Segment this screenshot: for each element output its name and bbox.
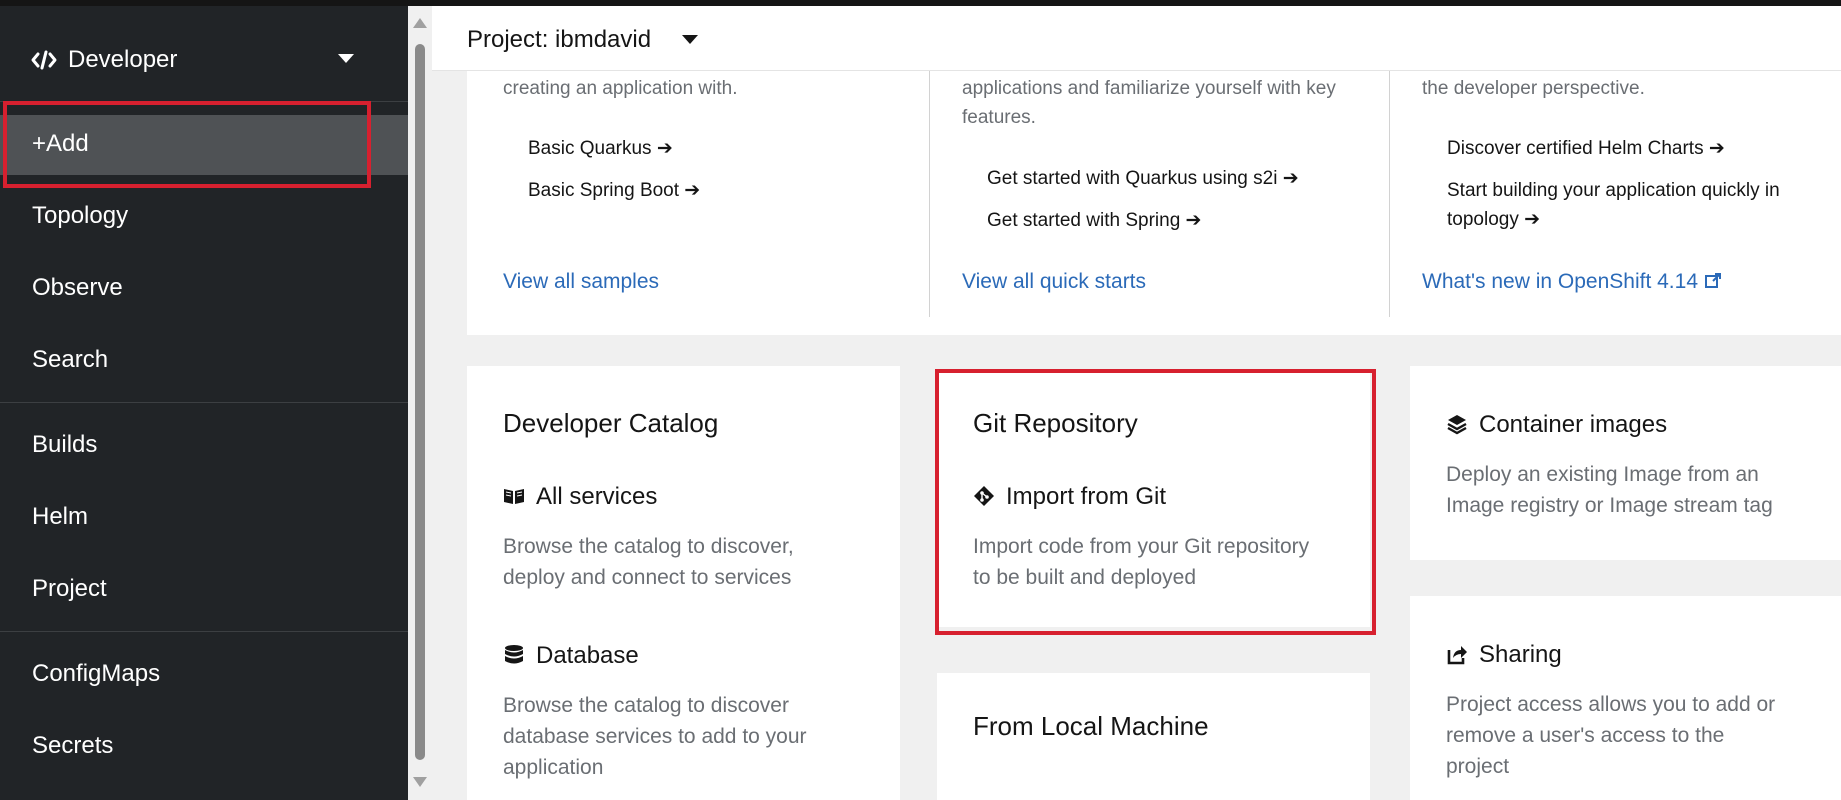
sidebar-item-label: Observe — [32, 274, 123, 301]
external-link-icon — [1704, 273, 1721, 288]
helm-charts-link[interactable]: Discover certified Helm Charts ➔ — [1447, 134, 1807, 163]
sample-link[interactable]: Basic Spring Boot ➔ — [528, 176, 888, 205]
project-selector[interactable]: Project: ibmdavid — [467, 26, 651, 54]
samples-column: creating an application with. Basic Quar… — [503, 71, 933, 321]
view-all-samples-link[interactable]: View all samples — [503, 270, 659, 294]
quick-start-link[interactable]: Get started with Spring ➔ — [987, 206, 1347, 235]
sidebar-item-search[interactable]: Search — [0, 331, 408, 391]
column-divider — [929, 71, 930, 317]
sidebar-item-observe[interactable]: Observe — [0, 259, 408, 319]
share-icon — [1447, 646, 1467, 665]
whats-new-link[interactable]: What's new in OpenShift 4.14 — [1422, 270, 1722, 294]
quick-starts-column: applications and familiarize yourself wi… — [962, 71, 1402, 321]
sidebar-item-builds[interactable]: Builds — [0, 416, 408, 476]
sidebar-item-label: Secrets — [32, 732, 114, 759]
sidebar-item-label: Helm — [32, 503, 89, 530]
sample-link[interactable]: Basic Quarkus ➔ — [528, 134, 888, 163]
scroll-down-arrow-icon[interactable] — [413, 777, 427, 787]
container-images-desc: Deploy an existing Image from an Image r… — [1446, 463, 1773, 517]
chevron-down-icon — [338, 54, 354, 63]
scrollbar[interactable] — [408, 6, 432, 800]
add-highlight-box — [3, 101, 371, 188]
whats-new-column: the developer perspective. Discover cert… — [1422, 71, 1822, 321]
sharing-label: Sharing — [1479, 641, 1562, 668]
sidebar-item-label: Project — [32, 575, 107, 602]
topology-link[interactable]: Start building your application quickly … — [1447, 176, 1787, 234]
sidebar-item-label: Topology — [32, 202, 129, 229]
container-images-tile: Container images Deploy an existing Imag… — [1410, 366, 1841, 560]
column-divider — [1389, 71, 1390, 317]
samples-text: creating an application with. — [503, 78, 738, 99]
nav-divider — [0, 402, 408, 403]
sharing-desc: Project access allows you to add or remo… — [1446, 693, 1776, 778]
local-machine-title: From Local Machine — [973, 711, 1209, 741]
developer-catalog-title: Developer Catalog — [503, 408, 719, 438]
sidebar-item-configmaps[interactable]: ConfigMaps — [0, 645, 408, 705]
scroll-up-arrow-icon[interactable] — [413, 18, 427, 28]
whats-new-label: What's new in OpenShift 4.14 — [1422, 270, 1698, 293]
database-icon — [505, 645, 523, 664]
book-icon — [504, 489, 524, 504]
sidebar-item-label: Search — [32, 346, 109, 373]
sharing-tile: Sharing Project access allows you to add… — [1410, 596, 1841, 800]
nav-divider — [0, 631, 408, 632]
getting-started-card: creating an application with. Basic Quar… — [467, 71, 1841, 335]
layers-icon — [1447, 415, 1467, 435]
code-icon — [31, 50, 57, 70]
database-desc: Browse the catalog to discover database … — [503, 694, 807, 779]
quick-start-link[interactable]: Get started with Quarkus using s2i ➔ — [987, 164, 1347, 193]
sidebar-item-helm[interactable]: Helm — [0, 488, 408, 548]
developer-catalog-tile: Developer Catalog All services Browse th… — [467, 366, 900, 800]
perspective-switcher[interactable]: Developer — [0, 6, 408, 102]
project-selector-bar: Project: ibmdavid — [432, 6, 1841, 71]
sidebar-item-topology[interactable]: Topology — [0, 187, 408, 247]
git-highlight-box — [935, 369, 1376, 635]
sidebar-item-label: ConfigMaps — [32, 660, 161, 687]
chevron-down-icon[interactable] — [682, 35, 698, 44]
quick-starts-text: applications and familiarize yourself wi… — [962, 78, 1336, 128]
container-images-label: Container images — [1479, 411, 1668, 438]
whats-new-text: the developer perspective. — [1422, 78, 1645, 99]
database-label: Database — [536, 642, 639, 669]
perspective-label: Developer — [68, 46, 178, 73]
sidebar-item-project[interactable]: Project — [0, 560, 408, 620]
local-machine-tile: From Local Machine — [937, 673, 1370, 800]
scroll-thumb[interactable] — [415, 44, 425, 760]
all-services-label: All services — [536, 483, 658, 510]
sidebar-item-secrets[interactable]: Secrets — [0, 717, 408, 777]
view-all-quick-starts-link[interactable]: View all quick starts — [962, 270, 1146, 294]
sidebar-item-label: Builds — [32, 431, 98, 458]
all-services-desc: Browse the catalog to discover, deploy a… — [503, 535, 794, 589]
